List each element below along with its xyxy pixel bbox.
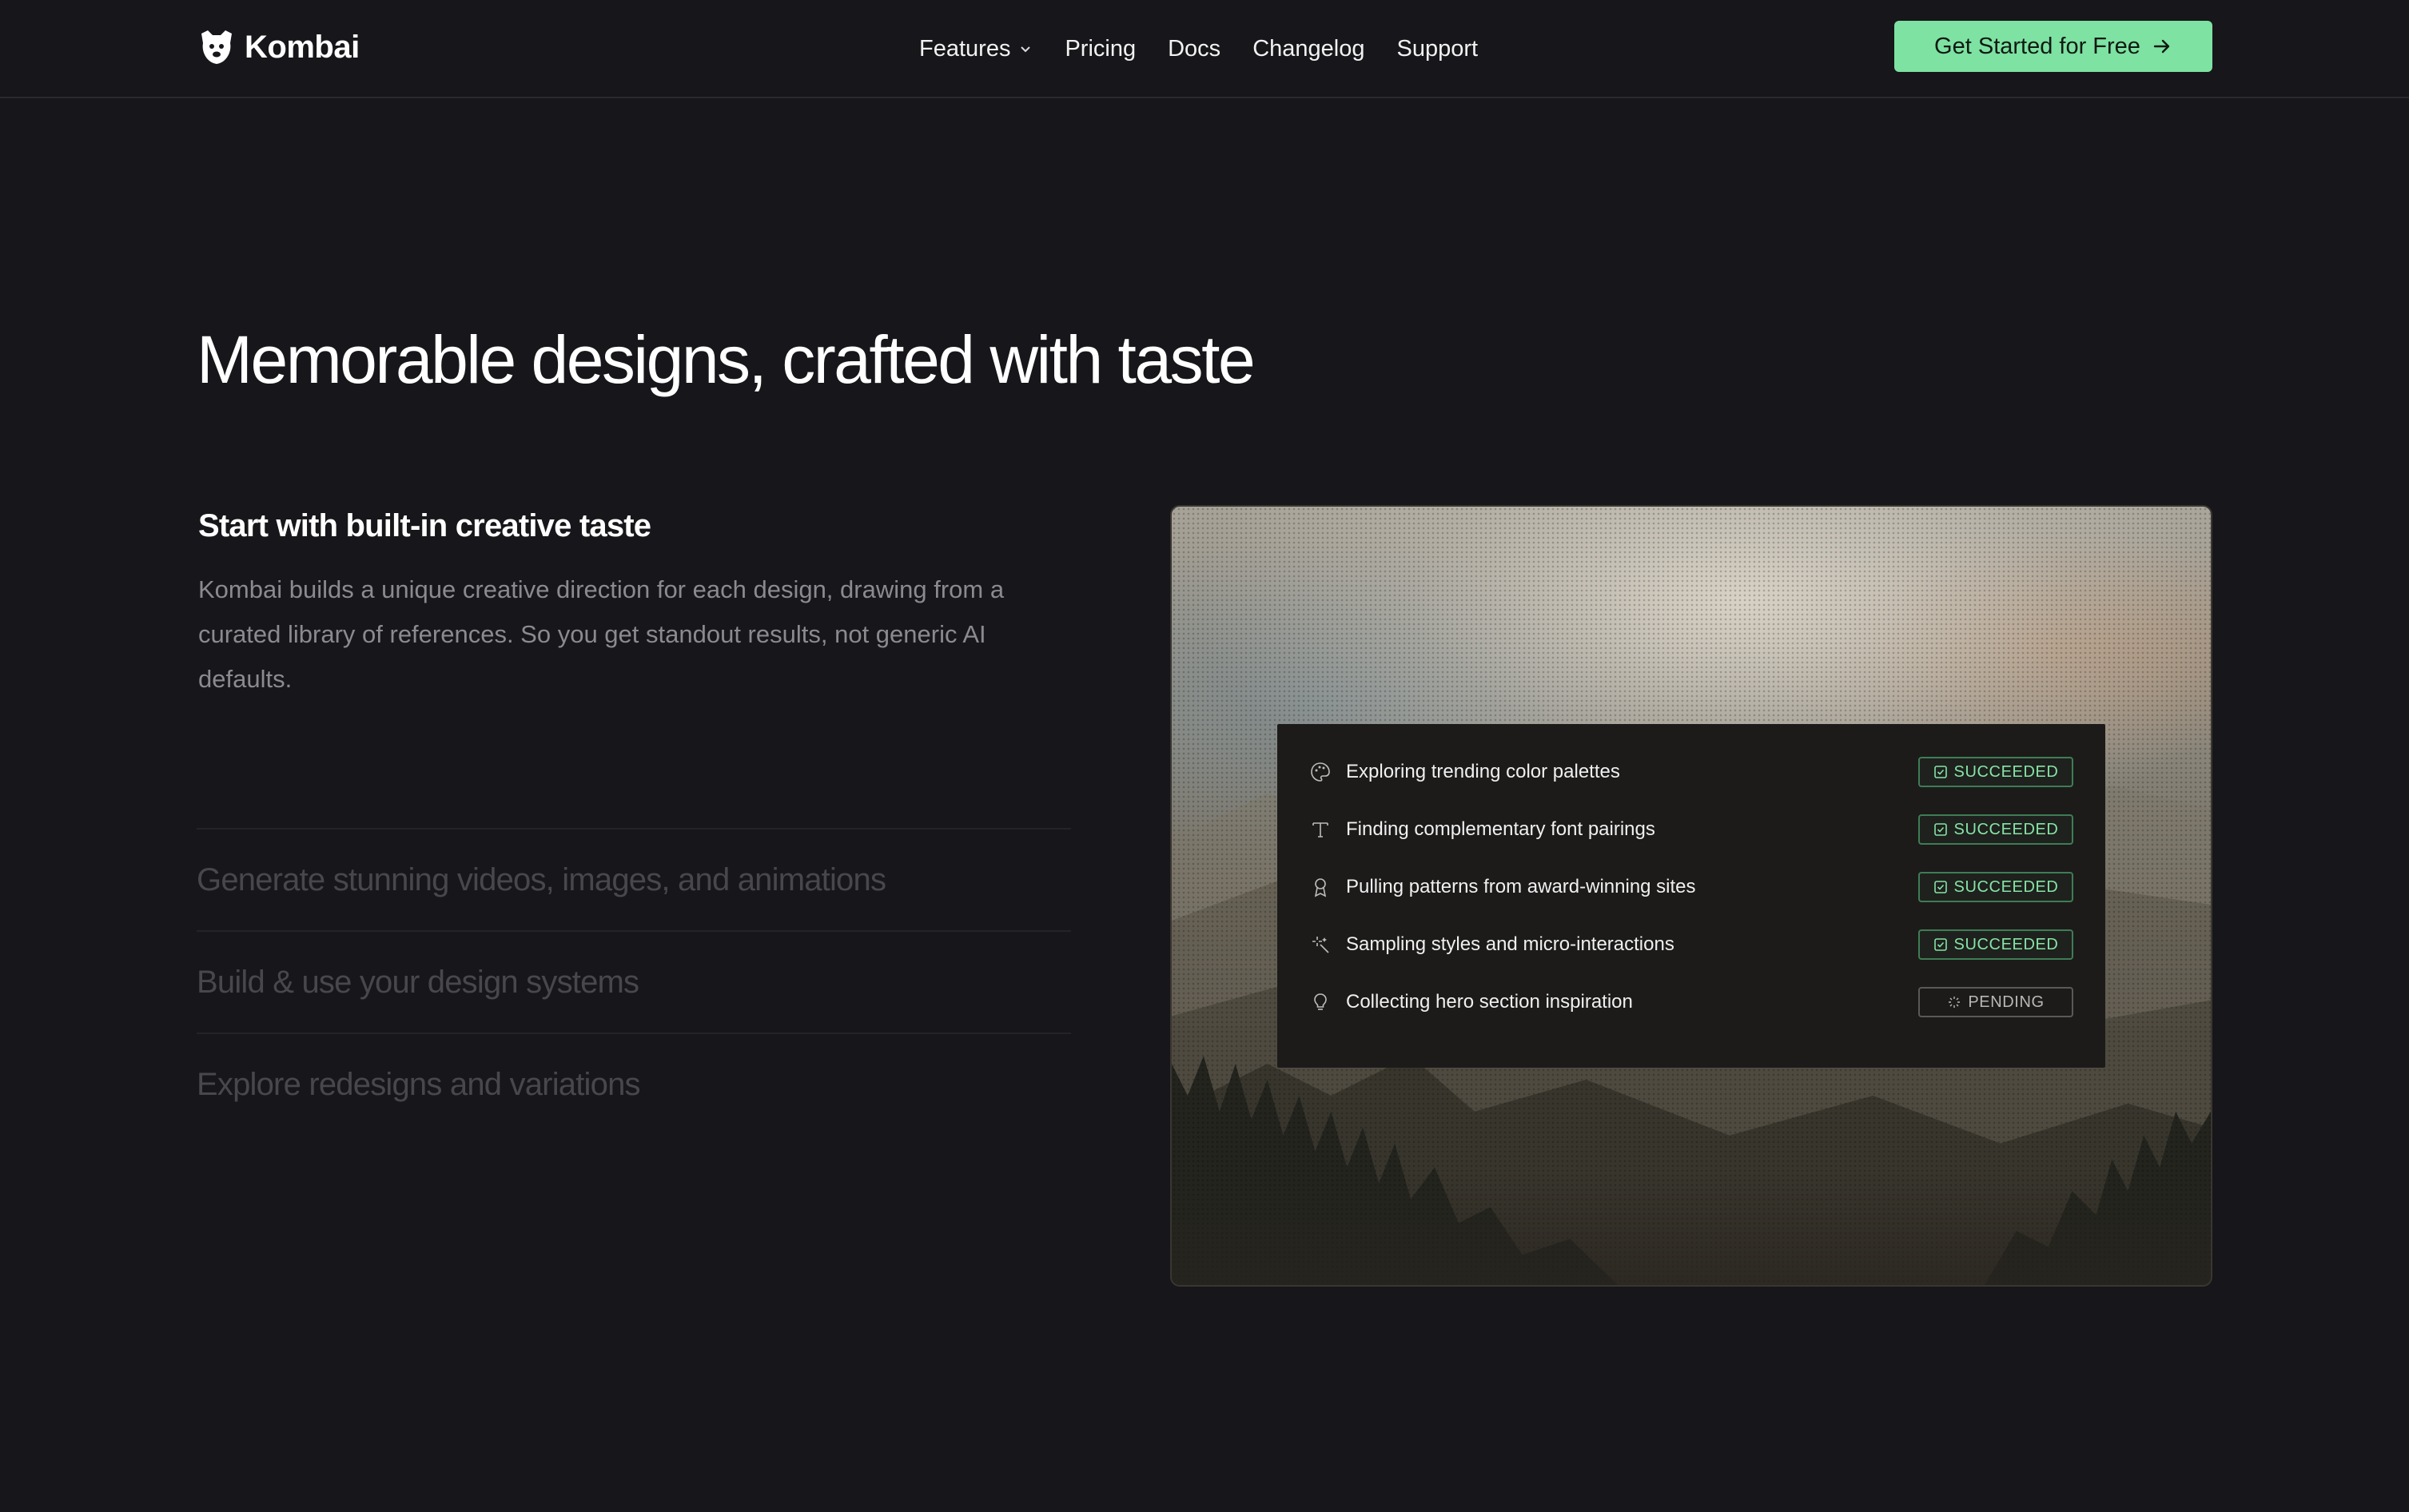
lightbulb-icon	[1314, 993, 1327, 1010]
task-row: Collecting hero section inspiration PEND…	[1309, 973, 2073, 1031]
award-icon	[1314, 878, 1327, 897]
brand-logo[interactable]: Kombai	[197, 26, 360, 69]
task-row: Sampling styles and micro-interactions S…	[1309, 916, 2073, 973]
status-text: SUCCEEDED	[1953, 762, 2059, 781]
task-label: Sampling styles and micro-interactions	[1346, 933, 1674, 955]
task-row: Pulling patterns from award-winning site…	[1309, 858, 2073, 916]
type-icon	[1312, 822, 1328, 838]
task-progress-card: Exploring trending color palettes SUCCEE…	[1277, 724, 2105, 1068]
task-label: Pulling patterns from award-winning site…	[1346, 876, 1696, 897]
nav-link-label: Changelog	[1252, 35, 1365, 62]
check-square-icon	[1933, 938, 1947, 951]
nav-link-support[interactable]: Support	[1396, 36, 1478, 62]
nav-links: Features Pricing Docs Changelog Support	[919, 30, 1478, 67]
status-text: SUCCEEDED	[1953, 820, 2059, 838]
nav-link-docs[interactable]: Docs	[1168, 36, 1220, 62]
status-text: SUCCEEDED	[1953, 935, 2059, 953]
sparkle-icon	[1312, 937, 1329, 953]
status-badge: SUCCEEDED	[1918, 872, 2073, 902]
feature-list: Generate stunning videos, images, and an…	[197, 828, 1071, 1135]
bottom-fade	[1172, 1173, 2211, 1285]
feature-item[interactable]: Explore redesigns and variations	[197, 1033, 1071, 1135]
brand-name: Kombai	[245, 29, 360, 65]
loader-icon	[1949, 997, 1961, 1008]
dog-logo-icon	[201, 30, 232, 64]
task-label: Collecting hero section inspiration	[1346, 991, 1633, 1013]
get-started-button[interactable]: Get Started for Free	[1894, 21, 2212, 72]
cta-label: Get Started for Free	[1934, 33, 2140, 59]
task-row: Finding complementary font pairings SUCC…	[1309, 801, 2073, 858]
feature-item[interactable]: Generate stunning videos, images, and an…	[197, 828, 1071, 930]
status-badge: SUCCEEDED	[1918, 814, 2073, 845]
check-square-icon	[1933, 823, 1947, 836]
chevron-down-icon	[1021, 46, 1031, 53]
arrow-right-icon	[2153, 39, 2170, 54]
check-square-icon	[1933, 766, 1947, 778]
status-badge: SUCCEEDED	[1918, 929, 2073, 960]
nav-link-pricing[interactable]: Pricing	[1065, 36, 1136, 62]
nav-link-label: Docs	[1168, 35, 1221, 62]
task-label: Finding complementary font pairings	[1346, 818, 1655, 840]
task-label: Exploring trending color palettes	[1346, 761, 1620, 782]
nav-link-label: Pricing	[1065, 35, 1137, 62]
task-row: Exploring trending color palettes SUCCEE…	[1309, 743, 2073, 801]
top-nav: Kombai Features Pricing Docs Changelog S…	[0, 0, 2409, 98]
check-square-icon	[1933, 881, 1947, 893]
status-badge: SUCCEEDED	[1918, 757, 2073, 787]
nav-link-label: Support	[1396, 35, 1479, 62]
palette-icon	[1311, 762, 1330, 782]
status-text: SUCCEEDED	[1953, 877, 2059, 896]
status-text: PENDING	[1968, 993, 2045, 1011]
active-feature-description: Kombai builds a unique creative directio…	[198, 575, 1005, 693]
active-feature-title[interactable]: Start with built-in creative taste	[198, 508, 651, 544]
feature-item[interactable]: Build & use your design systems	[197, 930, 1071, 1033]
status-badge: PENDING	[1918, 987, 2073, 1017]
nav-link-changelog[interactable]: Changelog	[1252, 36, 1364, 62]
nav-link-label: Features	[919, 35, 1011, 62]
page-title: Memorable designs, crafted with taste	[197, 322, 1256, 397]
nav-link-features[interactable]: Features	[919, 36, 1033, 62]
